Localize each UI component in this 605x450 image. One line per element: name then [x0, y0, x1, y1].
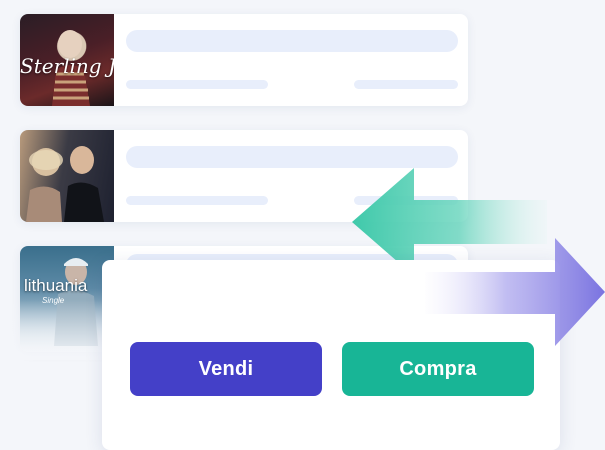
album-thumbnail [20, 130, 114, 222]
thumbnail-caption: lithuania [24, 276, 88, 295]
couple-figures-icon [26, 146, 104, 222]
meta-placeholder [126, 80, 268, 89]
listing-card[interactable]: Sterling Jo [20, 14, 468, 106]
album-thumbnail: lithuania Single [20, 246, 114, 352]
meta-placeholder [354, 80, 458, 89]
artist-portrait-icon [54, 258, 98, 346]
title-placeholder [126, 146, 458, 168]
sell-button[interactable]: Vendi [130, 342, 322, 396]
meta-placeholder [126, 196, 268, 205]
title-placeholder [126, 30, 458, 52]
thumbnail-caption: Sterling Jo [20, 54, 114, 78]
buy-button[interactable]: Compra [342, 342, 534, 396]
thumbnail-subcaption: Single [42, 296, 65, 305]
album-thumbnail: Sterling Jo [20, 14, 114, 106]
arrow-right-icon [425, 238, 605, 346]
